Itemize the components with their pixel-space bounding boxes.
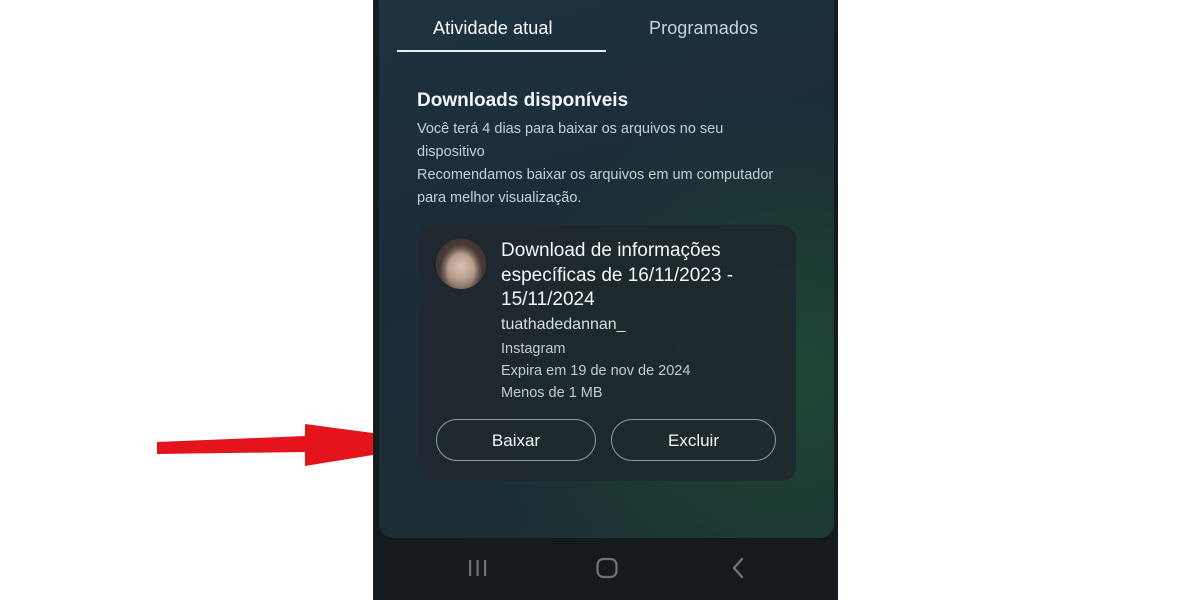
- home-icon[interactable]: [595, 556, 619, 580]
- expiry-date: Expira em 19 de nov de 2024: [501, 363, 691, 379]
- section-description: Você terá 4 dias para baixar os arquivos…: [417, 118, 787, 210]
- tab-bar: Atividade atual Programados: [379, 0, 834, 52]
- back-icon[interactable]: [728, 556, 748, 580]
- section-title: Downloads disponíveis: [417, 90, 629, 111]
- tab-scheduled[interactable]: Programados: [649, 18, 758, 39]
- file-size: Menos de 1 MB: [501, 385, 603, 401]
- download-title: Download de informações específicas de 1…: [501, 240, 734, 310]
- description-line: Você terá 4 dias para baixar os arquivos…: [417, 121, 724, 160]
- account-username: tuathadedannan_: [501, 316, 626, 333]
- download-card: Download de informações específicas de 1…: [418, 225, 796, 481]
- app-screen: Atividade atual Programados Downloads di…: [379, 0, 834, 538]
- tab-current-activity[interactable]: Atividade atual: [433, 18, 553, 39]
- active-tab-indicator: [397, 50, 606, 52]
- recent-apps-icon[interactable]: [467, 556, 489, 580]
- description-line: Recomendamos baixar os arquivos em um co…: [417, 167, 774, 206]
- download-button[interactable]: Baixar: [436, 419, 596, 461]
- delete-button[interactable]: Excluir: [611, 419, 776, 461]
- avatar: [436, 239, 486, 289]
- phone-frame: Atividade atual Programados Downloads di…: [373, 0, 838, 600]
- system-nav-bar: [373, 538, 838, 600]
- platform-name: Instagram: [501, 341, 566, 357]
